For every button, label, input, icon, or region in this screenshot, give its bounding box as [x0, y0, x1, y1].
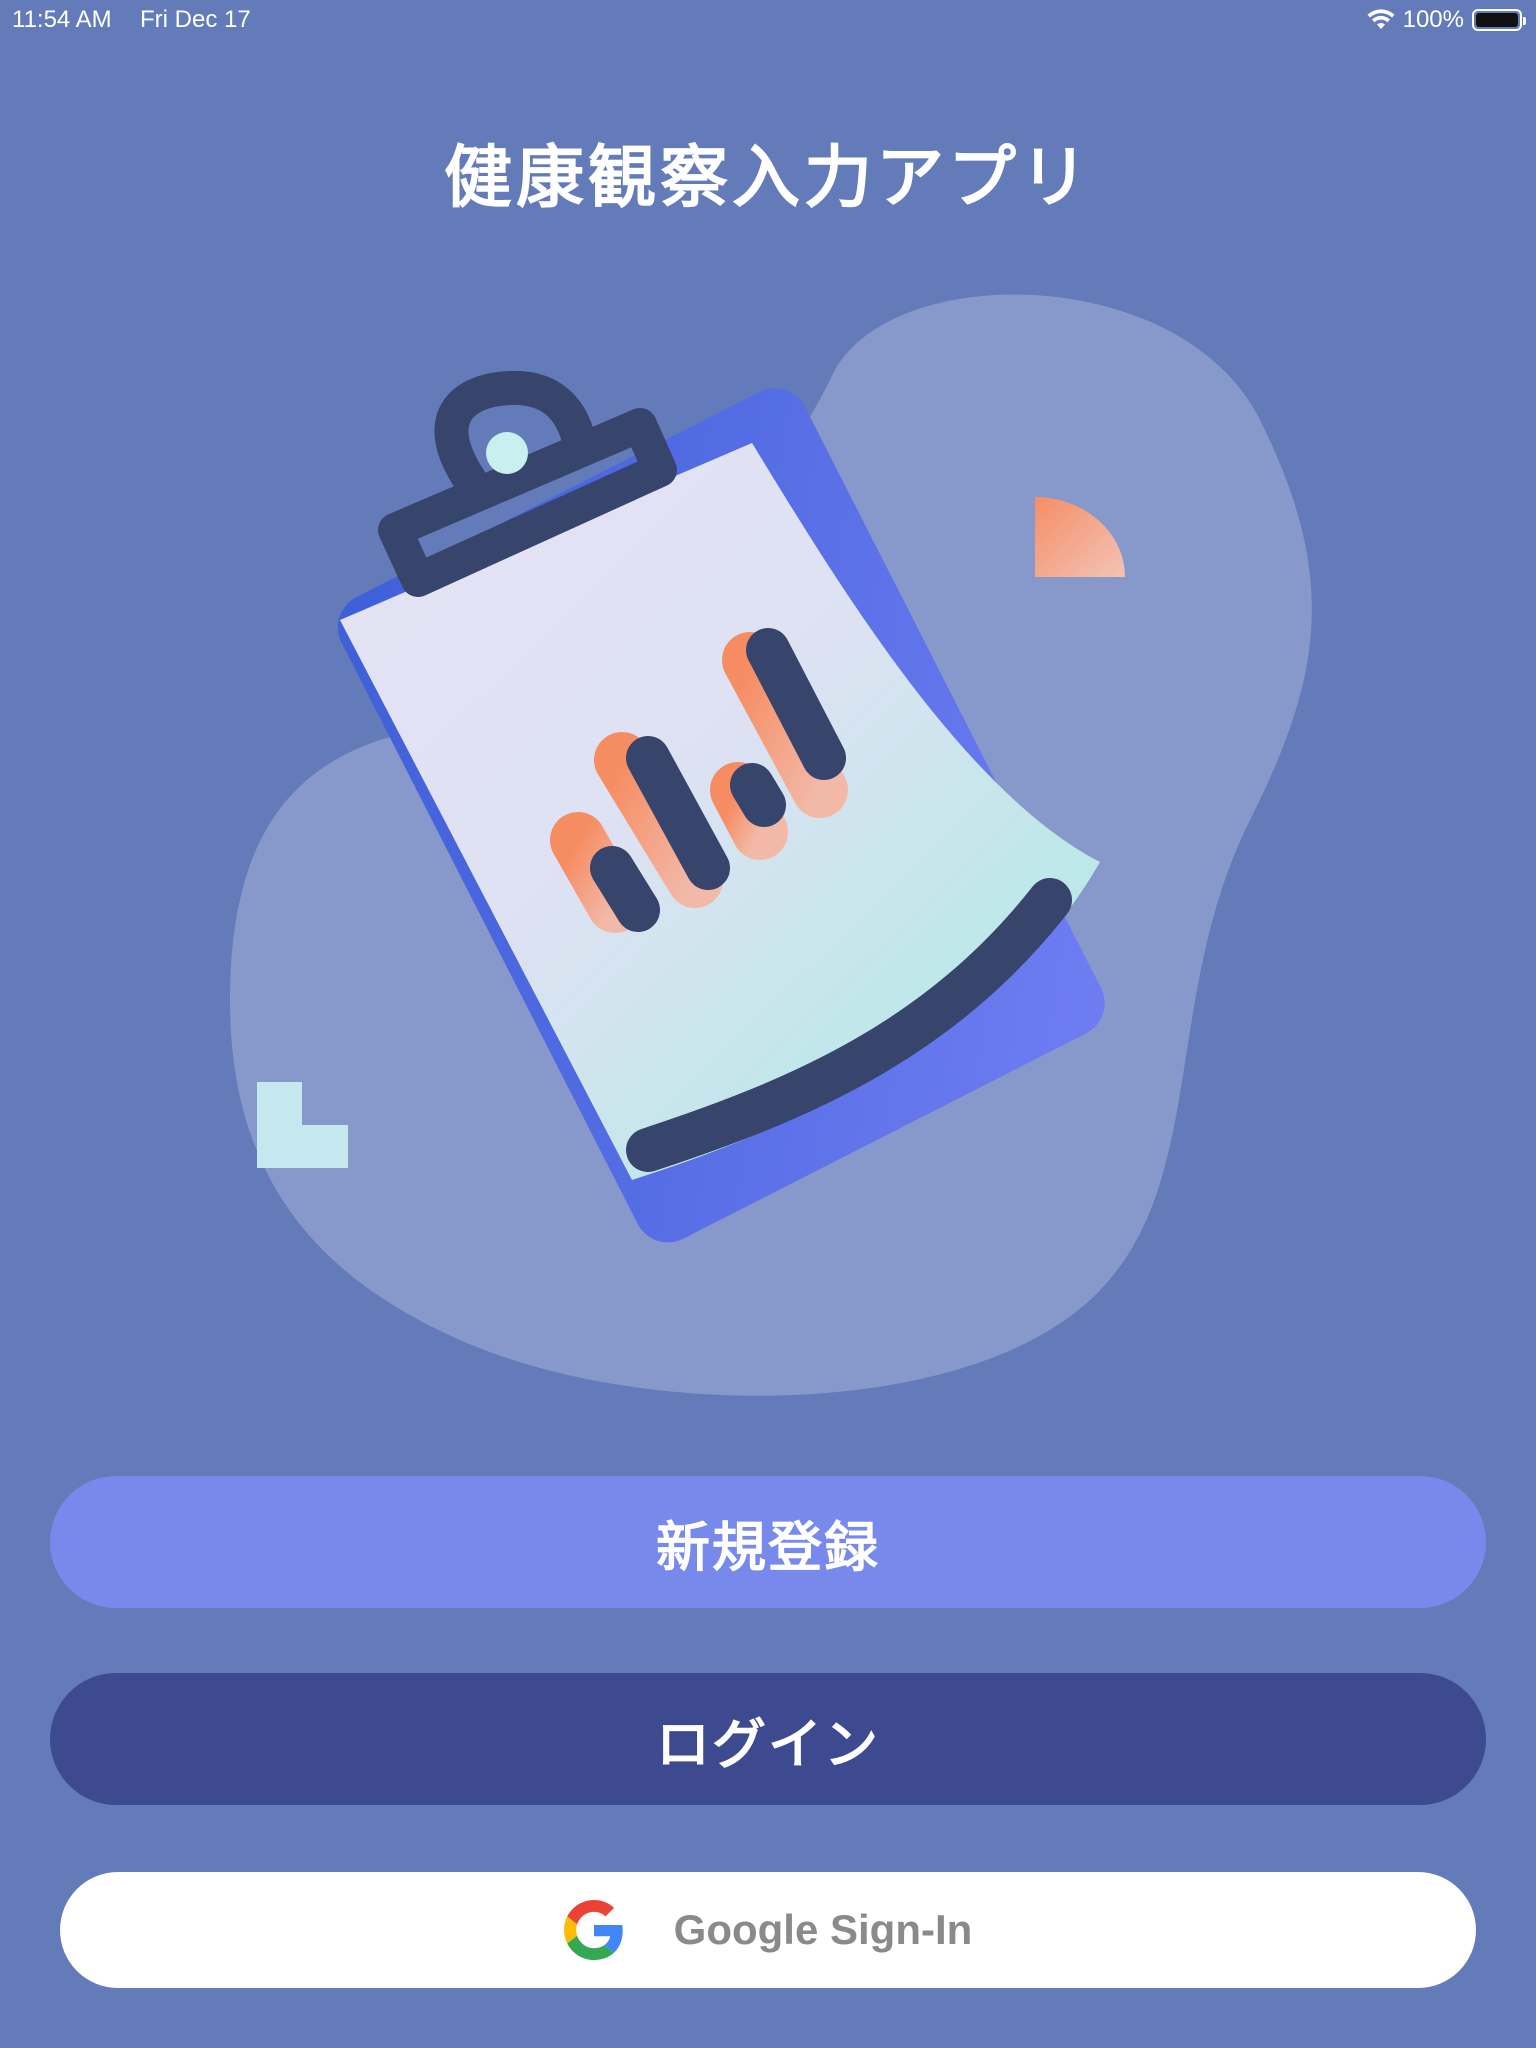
google-button-label: Google Sign-In [673, 1906, 973, 1953]
google-sign-in-button[interactable]: Google Sign-In [60, 1872, 1476, 1988]
login-button-label: ログイン [656, 1712, 880, 1776]
register-button-label: 新規登録 [656, 1515, 880, 1579]
app-screen: 11:54 AM Fri Dec 17 100% 健康観察入力アプリ 新規登録 … [0, 0, 1536, 2048]
google-logo-icon [563, 1900, 623, 1960]
clip-hole [486, 432, 528, 474]
login-button[interactable]: ログイン [50, 1673, 1486, 1805]
register-button[interactable]: 新規登録 [50, 1476, 1486, 1608]
